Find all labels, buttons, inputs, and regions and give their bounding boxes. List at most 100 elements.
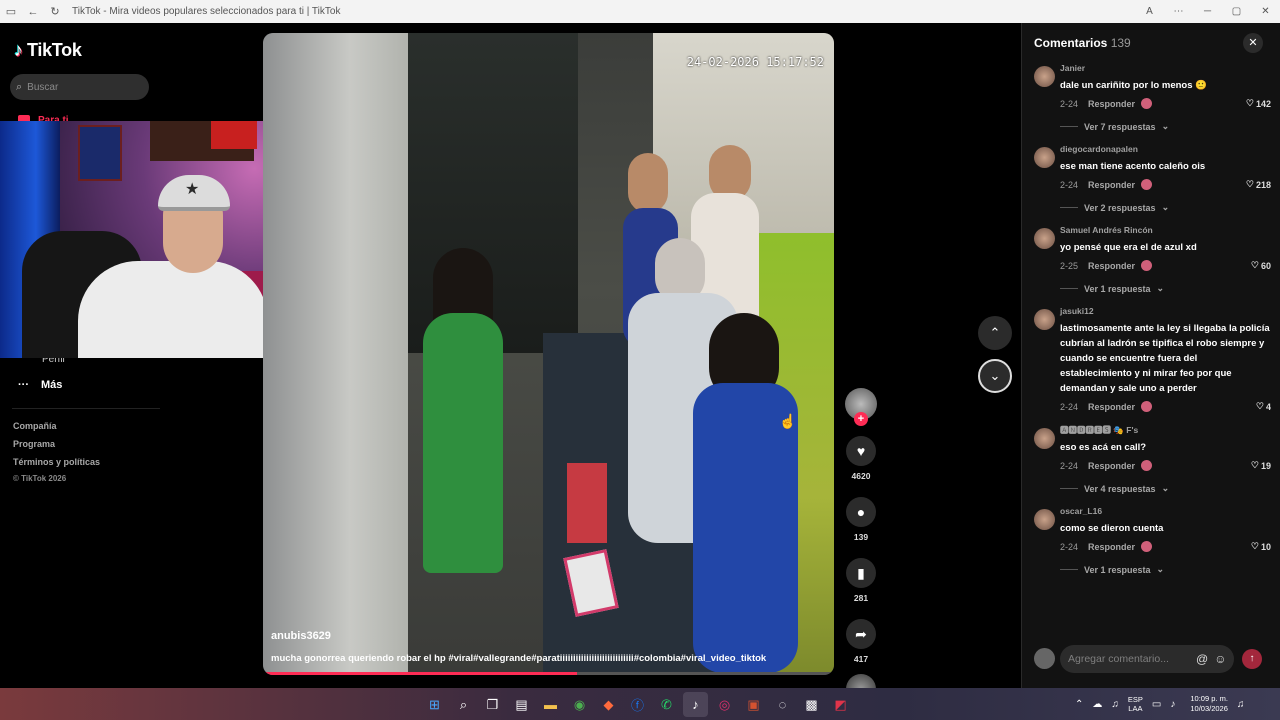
comment-like-button[interactable]: ♡ 10 xyxy=(1251,541,1271,552)
sidebar-item-more[interactable]: ··· Más xyxy=(18,379,62,391)
comment-input-box[interactable]: @ ☺ xyxy=(1060,645,1234,673)
browser-menu-icon[interactable]: ▭ xyxy=(0,5,22,18)
reply-button[interactable]: Responder xyxy=(1088,180,1135,190)
like-count: 4620 xyxy=(851,471,871,481)
comment-button[interactable]: ● xyxy=(846,497,876,527)
commenter-avatar[interactable] xyxy=(1034,147,1055,168)
share-button[interactable]: ➦ xyxy=(846,619,876,649)
reply-button[interactable]: Responder xyxy=(1088,461,1135,471)
search-box[interactable]: ⌕ xyxy=(10,74,149,100)
author-avatar[interactable]: + xyxy=(845,388,877,426)
maximize-button[interactable]: ▢ xyxy=(1222,6,1251,17)
comment-like-button[interactable]: ♡ 218 xyxy=(1246,179,1271,190)
video-scene-mat xyxy=(567,463,607,543)
emoji-icon[interactable]: ☺ xyxy=(1214,652,1226,666)
comment-item: diegocardonapalen ese man tiene acento ca… xyxy=(1022,144,1280,213)
taskbar-instagram[interactable]: ◎ xyxy=(712,692,737,717)
footer-link-program[interactable]: Programa xyxy=(13,439,100,450)
comment-date: 2-24 xyxy=(1060,98,1079,109)
commenter-avatar[interactable] xyxy=(1034,428,1055,449)
replies-line xyxy=(1060,488,1078,489)
chevron-down-icon: ⌄ xyxy=(1161,202,1170,212)
more-options-icon[interactable]: ⋯ xyxy=(1164,6,1193,17)
cloud-icon[interactable]: ☁ xyxy=(1092,699,1102,710)
comment-like-button[interactable]: ♡ 19 xyxy=(1251,460,1271,471)
arrow-up-icon: ↑ xyxy=(1249,653,1255,664)
refresh-icon[interactable]: ↻ xyxy=(44,5,66,18)
start-button[interactable]: ⊞ xyxy=(422,692,447,717)
commenter-name[interactable]: Samuel Andrés Rincón xyxy=(1060,225,1271,236)
view-replies-button[interactable]: Ver 7 respuestas ⌄ xyxy=(1060,121,1271,132)
replies-line xyxy=(1060,569,1078,570)
video-progress-bar[interactable] xyxy=(263,672,834,675)
like-button[interactable]: ♥ xyxy=(846,436,876,466)
taskbar-app[interactable]: ◩ xyxy=(828,692,853,717)
reply-button[interactable]: Responder xyxy=(1088,99,1135,109)
comment-item: Samuel Andrés Rincón yo pensé que era el … xyxy=(1022,225,1280,294)
commenter-avatar[interactable] xyxy=(1034,309,1055,330)
replies-line xyxy=(1060,207,1078,208)
comment-like-button[interactable]: ♡ 142 xyxy=(1246,98,1271,109)
minimize-button[interactable]: ─ xyxy=(1193,6,1222,17)
language-indicator[interactable]: ESP LAA xyxy=(1128,695,1143,713)
taskbar-chrome[interactable]: ◉ xyxy=(567,692,592,717)
clock-time: 10:09 p. m. xyxy=(1190,694,1228,703)
commenter-name[interactable]: Janier xyxy=(1060,63,1271,74)
taskbar-whatsapp[interactable]: ✆ xyxy=(654,692,679,717)
save-button[interactable]: ▮ xyxy=(846,558,876,588)
search-input[interactable] xyxy=(27,81,138,93)
video-player[interactable]: 24-02-2026 15:17:52 ☝ anubis3629 mucha g… xyxy=(263,33,834,675)
follow-plus-icon[interactable]: + xyxy=(854,412,868,426)
notification-bell-icon[interactable]: ♫ xyxy=(1237,699,1245,710)
reply-button[interactable]: Responder xyxy=(1088,402,1135,412)
tiktok-logo[interactable]: ♪ TikTok xyxy=(14,40,82,61)
volume-icon[interactable]: ♪ xyxy=(1170,699,1175,710)
comment-date: 2-24 xyxy=(1060,401,1079,412)
taskbar-facebook[interactable]: ⓕ xyxy=(625,692,650,717)
comment-like-button[interactable]: ♡ 60 xyxy=(1251,260,1271,271)
heart-outline-icon: ♡ xyxy=(1250,541,1259,551)
commenter-avatar[interactable] xyxy=(1034,228,1055,249)
commenter-name[interactable]: oscar_L16 xyxy=(1060,506,1271,517)
view-replies-button[interactable]: Ver 1 respuesta ⌄ xyxy=(1060,564,1271,575)
microphone-icon[interactable]: ♫ xyxy=(1111,699,1119,710)
taskbar-search[interactable]: ⌕ xyxy=(451,692,476,717)
taskbar-brave[interactable]: ◆ xyxy=(596,692,621,717)
close-window-button[interactable]: ✕ xyxy=(1251,6,1280,17)
reply-button[interactable]: Responder xyxy=(1088,261,1135,271)
next-video-button[interactable]: ⌄ xyxy=(978,359,1012,393)
commenter-name[interactable]: jasuki12 xyxy=(1060,306,1271,317)
send-comment-button[interactable]: ↑ xyxy=(1242,649,1262,669)
comment-date: 2-24 xyxy=(1060,460,1079,471)
commenter-avatar[interactable] xyxy=(1034,66,1055,87)
taskbar-store[interactable]: ▤ xyxy=(509,692,534,717)
comment-input[interactable] xyxy=(1068,653,1190,665)
back-icon[interactable]: ← xyxy=(22,6,44,18)
chevron-up-icon[interactable]: ⌃ xyxy=(1075,699,1083,710)
taskbar-explorer[interactable]: ▬ xyxy=(538,692,563,717)
commenter-name[interactable]: 🅰🅽🅳🆁🅴🆂 🎭 F's xyxy=(1060,425,1271,436)
commenter-name[interactable]: diegocardonapalen xyxy=(1060,144,1271,155)
view-replies-button[interactable]: Ver 1 respuesta ⌄ xyxy=(1060,283,1271,294)
mention-icon[interactable]: @ xyxy=(1196,652,1208,666)
heart-outline-icon: ♡ xyxy=(1250,260,1259,270)
taskbar-app[interactable]: ◌ xyxy=(770,692,795,717)
chevron-down-icon: ⌄ xyxy=(1156,283,1165,293)
network-icon[interactable]: ▭ xyxy=(1152,699,1161,710)
clock[interactable]: 10:09 p. m. 10/03/2026 xyxy=(1190,694,1228,714)
video-author[interactable]: anubis3629 xyxy=(271,630,331,642)
footer-link-company[interactable]: Compañía xyxy=(13,421,100,432)
translate-icon[interactable]: A xyxy=(1135,6,1164,17)
comment-like-button[interactable]: ♡ 4 xyxy=(1256,401,1271,412)
taskbar-tiktok[interactable]: ♪ xyxy=(683,692,708,717)
close-comments-button[interactable]: ✕ xyxy=(1243,33,1263,53)
task-view[interactable]: ❐ xyxy=(480,692,505,717)
taskbar-capcut[interactable]: ▩ xyxy=(799,692,824,717)
view-replies-button[interactable]: Ver 4 respuestas ⌄ xyxy=(1060,483,1271,494)
taskbar-powerpoint[interactable]: ▣ xyxy=(741,692,766,717)
footer-link-terms[interactable]: Términos y políticas xyxy=(13,457,100,468)
reply-button[interactable]: Responder xyxy=(1088,542,1135,552)
commenter-avatar[interactable] xyxy=(1034,509,1055,530)
view-replies-button[interactable]: Ver 2 respuestas ⌄ xyxy=(1060,202,1271,213)
previous-video-button[interactable]: ⌃ xyxy=(978,316,1012,350)
